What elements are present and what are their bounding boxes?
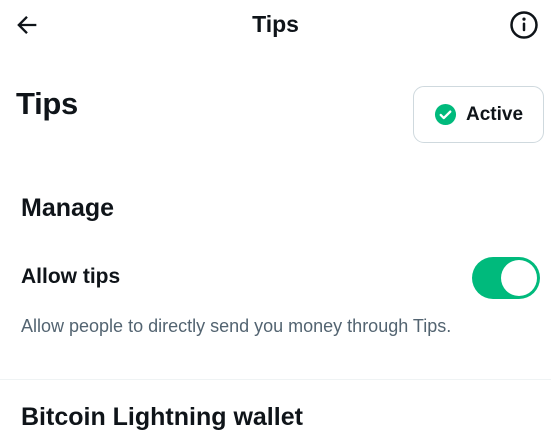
status-badge: Active [413, 86, 544, 143]
manage-section-title: Manage [21, 194, 115, 222]
wallet-section-title: Bitcoin Lightning wallet [21, 403, 303, 431]
toggle-knob [501, 260, 537, 296]
info-icon [510, 11, 538, 39]
top-bar: Tips [0, 0, 551, 52]
allow-tips-label: Allow tips [21, 265, 121, 288]
status-label: Active [465, 103, 524, 125]
tips-settings-page: Tips Tips Active Manage Allow tips Allow… [0, 0, 551, 445]
allow-tips-toggle[interactable] [472, 257, 540, 299]
page-title: Tips [252, 11, 299, 37]
allow-tips-description: Allow people to directly send you money … [21, 316, 452, 336]
check-circle-icon [434, 103, 457, 126]
info-button[interactable] [507, 8, 541, 42]
section-divider [0, 379, 551, 380]
main-heading: Tips [16, 86, 78, 121]
